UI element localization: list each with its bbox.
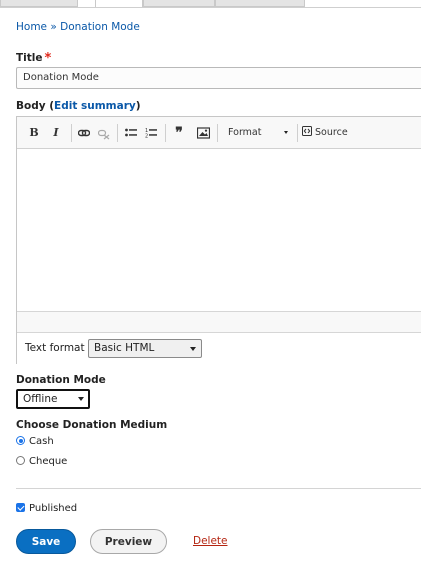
- breadcrumb: Home » Donation Mode: [16, 21, 140, 33]
- chevron-down-icon: [284, 131, 288, 134]
- breadcrumb-current[interactable]: Donation Mode: [60, 21, 140, 33]
- delete-link[interactable]: Delete: [193, 535, 228, 547]
- donation-mode-select[interactable]: Offline: [16, 389, 90, 409]
- image-icon[interactable]: [195, 125, 211, 141]
- title-label: Title *: [16, 50, 52, 66]
- title-label-text: Title: [16, 52, 43, 64]
- breadcrumb-separator: »: [50, 21, 57, 33]
- link-icon[interactable]: [77, 125, 91, 141]
- source-button-label: Source: [315, 127, 348, 138]
- numbered-list-icon[interactable]: 12: [144, 125, 158, 141]
- edit-summary-link[interactable]: Edit summary: [54, 100, 136, 112]
- radio-cash[interactable]: [16, 436, 25, 445]
- preview-button[interactable]: Preview: [90, 529, 167, 554]
- format-dropdown[interactable]: Format: [221, 125, 297, 141]
- bold-button[interactable]: B: [27, 125, 41, 141]
- toolbar-separator: [117, 124, 118, 142]
- toolbar-separator: [71, 124, 72, 142]
- radio-cash-label[interactable]: Cash: [29, 436, 54, 447]
- required-mark: *: [44, 51, 52, 66]
- breadcrumb-home-link[interactable]: Home: [16, 21, 47, 33]
- editor-status-bar: [17, 311, 421, 333]
- toolbar-separator: [165, 124, 166, 142]
- unlink-icon[interactable]: [97, 125, 111, 141]
- text-format-label: Text format: [25, 342, 85, 354]
- toolbar-separator: [297, 124, 298, 142]
- tab-strip: [0, 0, 421, 8]
- save-button[interactable]: Save: [16, 529, 76, 554]
- radio-cheque-label[interactable]: Cheque: [29, 456, 67, 467]
- source-button[interactable]: Source: [302, 125, 354, 141]
- text-format-select[interactable]: Basic HTML: [88, 339, 202, 358]
- published-checkbox[interactable]: [16, 503, 25, 512]
- radio-cheque[interactable]: [16, 456, 25, 465]
- toolbar-separator: [217, 124, 218, 142]
- svg-text:2: 2: [145, 134, 148, 140]
- format-dropdown-label: Format: [228, 127, 262, 138]
- source-icon: [302, 126, 312, 136]
- chevron-down-icon: [78, 397, 84, 401]
- title-input[interactable]: Donation Mode: [16, 67, 421, 89]
- donation-medium-label: Choose Donation Medium: [16, 419, 168, 431]
- italic-button[interactable]: I: [50, 125, 62, 141]
- body-editor: B I 12 ❞ Format Source Text format Basic…: [16, 116, 421, 364]
- section-divider: [16, 488, 421, 489]
- donation-mode-value: Offline: [23, 393, 58, 405]
- tab-third[interactable]: [143, 0, 215, 7]
- published-label[interactable]: Published: [29, 503, 77, 514]
- body-label: Body (Edit summary): [16, 100, 141, 112]
- editor-content-area[interactable]: [17, 149, 421, 311]
- text-format-value: Basic HTML: [94, 342, 155, 354]
- editor-toolbar: B I 12 ❞ Format Source: [17, 117, 421, 149]
- chevron-down-icon: [190, 347, 196, 351]
- donation-mode-label: Donation Mode: [16, 374, 106, 386]
- bulleted-list-icon[interactable]: [124, 125, 138, 141]
- blockquote-icon[interactable]: ❞: [171, 125, 187, 141]
- body-label-text: Body: [16, 100, 46, 112]
- tab-fourth[interactable]: [215, 0, 305, 7]
- tabs-divider: [0, 7, 421, 8]
- tab-left[interactable]: [0, 0, 78, 7]
- text-format-row: Text format Basic HTML: [17, 333, 421, 364]
